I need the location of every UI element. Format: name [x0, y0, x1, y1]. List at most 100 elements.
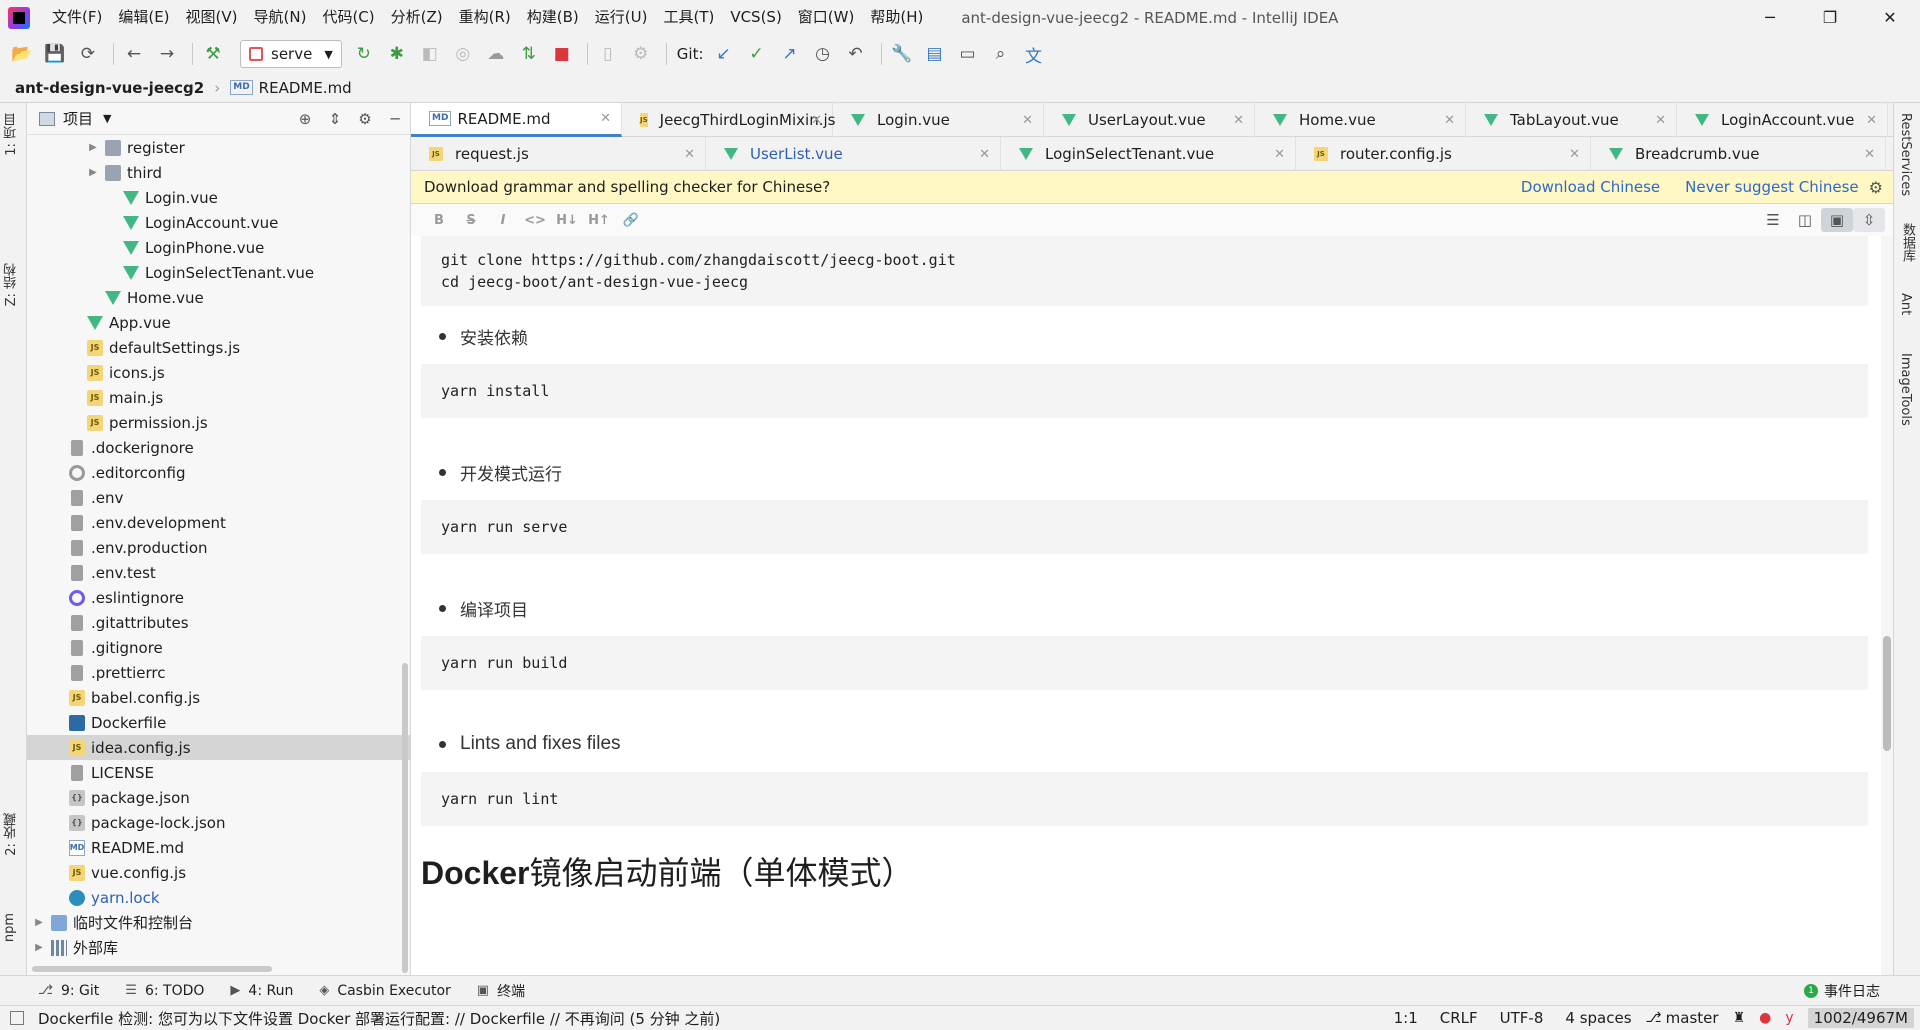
- editor-only-icon[interactable]: ☰: [1757, 208, 1789, 232]
- editor-tab[interactable]: JS JeecgThirdLoginMixin.js ✕: [622, 103, 835, 137]
- translate-icon[interactable]: 文: [1020, 40, 1048, 68]
- error-indicator-icon[interactable]: ●: [1759, 1010, 1771, 1026]
- tree-horizontal-scrollbar[interactable]: [32, 966, 272, 972]
- file-encoding[interactable]: UTF-8: [1500, 1009, 1544, 1027]
- caret-position[interactable]: 1:1: [1394, 1009, 1418, 1027]
- stop-icon[interactable]: ■: [548, 40, 576, 68]
- collapse-all-icon[interactable]: ⇕: [320, 110, 350, 128]
- tree-item[interactable]: JS main.js: [27, 385, 410, 410]
- git-push-icon[interactable]: ↗: [776, 40, 804, 68]
- menu-item[interactable]: VCS(S): [722, 0, 789, 35]
- tree-item[interactable]: .editorconfig: [27, 460, 410, 485]
- rest-services-tab[interactable]: RestServices: [1898, 113, 1913, 196]
- italic-icon[interactable]: I: [487, 213, 519, 228]
- close-tab-icon[interactable]: ✕: [1866, 113, 1877, 128]
- close-window-button[interactable]: ✕: [1860, 0, 1920, 35]
- tree-item[interactable]: ▶ 外部库: [27, 935, 410, 960]
- preview-scroll-thumb[interactable]: [1883, 636, 1891, 751]
- menu-item[interactable]: 运行(U): [587, 0, 656, 35]
- image-tools-tab[interactable]: ImageTools: [1898, 353, 1913, 426]
- split-view-icon[interactable]: ◫: [1789, 208, 1821, 232]
- tree-item[interactable]: .env.development: [27, 510, 410, 535]
- tool-window-button[interactable]: ⎇ 9: Git: [38, 983, 99, 999]
- tree-item[interactable]: .prettierrc: [27, 660, 410, 685]
- close-tab-icon[interactable]: ✕: [684, 147, 695, 162]
- minimize-button[interactable]: ─: [1740, 0, 1800, 35]
- tree-item[interactable]: .dockerignore: [27, 435, 410, 460]
- locate-file-icon[interactable]: ⊕: [290, 110, 320, 128]
- tree-item[interactable]: .gitattributes: [27, 610, 410, 635]
- expand-arrow-icon[interactable]: ▶: [85, 142, 101, 153]
- tree-item[interactable]: ▶ third: [27, 160, 410, 185]
- database-tab[interactable]: 数据库: [1898, 223, 1917, 262]
- debug-bug-icon[interactable]: ✱: [383, 40, 411, 68]
- tool-window-button[interactable]: ☰ 6: TODO: [125, 983, 204, 999]
- structure-tool-tab[interactable]: Z: 结构: [2, 263, 21, 306]
- memory-indicator[interactable]: 1002/4967M: [1807, 1008, 1914, 1028]
- git-commit-icon[interactable]: ✓: [743, 40, 771, 68]
- header-increase-icon[interactable]: H↑: [583, 213, 615, 228]
- tree-item[interactable]: JS icons.js: [27, 360, 410, 385]
- open-folder-icon[interactable]: 📂: [8, 40, 36, 68]
- close-tab-icon[interactable]: ✕: [1655, 113, 1666, 128]
- editor-tab[interactable]: TabLayout.vue ✕: [1466, 103, 1677, 137]
- project-structure-icon[interactable]: ▤: [921, 40, 949, 68]
- tree-item[interactable]: .eslintignore: [27, 585, 410, 610]
- editor-tab[interactable]: UserLayout.vue ✕: [1044, 103, 1255, 137]
- tree-item[interactable]: Home.vue: [27, 285, 410, 310]
- tool-window-button[interactable]: ◈ Casbin Executor: [319, 983, 450, 999]
- tree-item[interactable]: JS babel.config.js: [27, 685, 410, 710]
- editor-tab[interactable]: LoginAccount.vue ✕: [1677, 103, 1888, 137]
- tree-item[interactable]: {} package-lock.json: [27, 810, 410, 835]
- tree-item[interactable]: JS permission.js: [27, 410, 410, 435]
- status-toggle-icon[interactable]: [10, 1011, 24, 1025]
- tool-window-button[interactable]: ▣ 终端: [477, 981, 525, 1001]
- line-separator[interactable]: CRLF: [1440, 1009, 1478, 1027]
- avd-icon[interactable]: ⚙: [627, 40, 655, 68]
- tree-item[interactable]: .gitignore: [27, 635, 410, 660]
- project-tool-tab[interactable]: 1: 项目: [2, 113, 21, 156]
- close-tab-icon[interactable]: ✕: [811, 113, 822, 128]
- close-tab-icon[interactable]: ✕: [1444, 113, 1455, 128]
- editor-tab[interactable]: MD README.md ✕: [411, 103, 622, 137]
- save-all-icon[interactable]: 💾: [41, 40, 69, 68]
- editor-tab[interactable]: JS request.js ✕: [411, 137, 706, 171]
- preview-only-icon[interactable]: ▣: [1821, 208, 1853, 232]
- sync-icon[interactable]: ⟳: [74, 40, 102, 68]
- event-log-button[interactable]: 1 事件日志: [1804, 981, 1880, 1001]
- forward-arrow-icon[interactable]: →: [153, 40, 181, 68]
- project-panel-title[interactable]: 项目: [63, 108, 93, 129]
- settings-wrench-icon[interactable]: 🔧: [888, 40, 916, 68]
- tree-item[interactable]: .env: [27, 485, 410, 510]
- link-icon[interactable]: 🔗: [615, 213, 647, 228]
- editor-tab[interactable]: JS router.config.js ✕: [1296, 137, 1591, 171]
- run-config-select[interactable]: serve ▼: [240, 40, 342, 68]
- expand-arrow-icon[interactable]: ▶: [85, 167, 101, 178]
- expand-arrow-icon[interactable]: ▶: [31, 917, 47, 928]
- plugin-icon[interactable]: y: [1785, 1010, 1793, 1026]
- header-decrease-icon[interactable]: H↓: [551, 213, 583, 228]
- git-history-icon[interactable]: ◷: [809, 40, 837, 68]
- git-branch[interactable]: master: [1666, 1009, 1719, 1027]
- git-rollback-icon[interactable]: ↶: [842, 40, 870, 68]
- bold-icon[interactable]: B: [423, 213, 455, 228]
- expand-arrow-icon[interactable]: ▶: [31, 942, 47, 953]
- build-hammer-icon[interactable]: ⚒: [199, 40, 227, 68]
- tree-item[interactable]: LoginAccount.vue: [27, 210, 410, 235]
- notification-gear-icon[interactable]: ⚙: [1869, 178, 1883, 197]
- tree-item[interactable]: Login.vue: [27, 185, 410, 210]
- tree-item[interactable]: JS idea.config.js: [27, 735, 410, 760]
- tree-item[interactable]: yarn.lock: [27, 885, 410, 910]
- tree-item[interactable]: .env.test: [27, 560, 410, 585]
- close-tab-icon[interactable]: ✕: [1274, 147, 1285, 162]
- menu-item[interactable]: 重构(R): [451, 0, 519, 35]
- status-message[interactable]: Dockerfile 检测: 您可为以下文件设置 Docker 部署运行配置: …: [38, 1008, 720, 1029]
- hide-panel-icon[interactable]: ─: [380, 110, 410, 128]
- editor-tab[interactable]: LoginSelectTenant.vue ✕: [1001, 137, 1296, 171]
- tree-item[interactable]: {} package.json: [27, 785, 410, 810]
- close-tab-icon[interactable]: ✕: [1233, 113, 1244, 128]
- menu-item[interactable]: 代码(C): [314, 0, 382, 35]
- menu-item[interactable]: 文件(F): [44, 0, 110, 35]
- close-tab-icon[interactable]: ✕: [1022, 113, 1033, 128]
- coverage-icon[interactable]: ◧: [416, 40, 444, 68]
